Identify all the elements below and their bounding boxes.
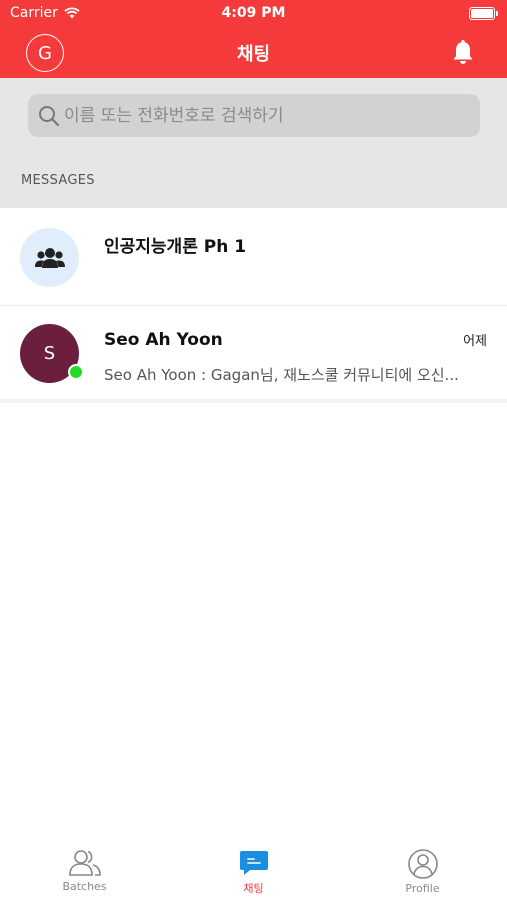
page-title: 채팅 xyxy=(236,44,271,65)
status-time: 4:09 PM xyxy=(221,5,286,21)
chat-icon xyxy=(239,851,268,875)
bell-icon[interactable] xyxy=(449,39,477,67)
conversation-item[interactable]: S Seo Ah Yoon 어제 Seo Ah Yoon : Gagan님, 재… xyxy=(0,306,507,403)
section-label: MESSAGES xyxy=(21,173,95,188)
group-icon xyxy=(34,247,65,268)
search-input[interactable] xyxy=(64,94,464,137)
conversation-list: 인공지능개론 Ph 1 S Seo Ah Yoon 어제 Seo Ah Yoon… xyxy=(0,208,507,403)
tab-bar: Batches 채팅 Profile xyxy=(0,838,507,900)
group-avatar xyxy=(20,228,79,287)
nav-bar: G 채팅 xyxy=(0,28,507,78)
tab-label: Batches xyxy=(62,880,107,893)
conversation-title: Seo Ah Yoon xyxy=(104,330,223,350)
conversation-time: 어제 xyxy=(463,334,487,349)
search-section: MESSAGES xyxy=(0,78,507,208)
tab-chat[interactable]: 채팅 xyxy=(169,838,338,900)
online-status-indicator xyxy=(68,364,84,380)
status-bar: Carrier 4:09 PM xyxy=(0,0,507,28)
profile-icon xyxy=(407,849,438,879)
tab-batches[interactable]: Batches xyxy=(0,838,169,900)
tab-profile[interactable]: Profile xyxy=(338,838,507,900)
conversation-item[interactable]: 인공지능개론 Ph 1 xyxy=(0,208,507,306)
tab-label: 채팅 xyxy=(243,882,264,895)
tab-label: Profile xyxy=(405,882,440,895)
people-icon xyxy=(68,850,101,876)
conversation-preview: Seo Ah Yoon : Gagan님, 재노스쿨 커뮤니티에 오신... xyxy=(104,366,459,384)
conversation-title: 인공지능개론 Ph 1 xyxy=(104,237,247,257)
search-icon xyxy=(39,106,60,127)
search-bar[interactable] xyxy=(28,94,480,137)
battery-icon xyxy=(469,7,498,20)
